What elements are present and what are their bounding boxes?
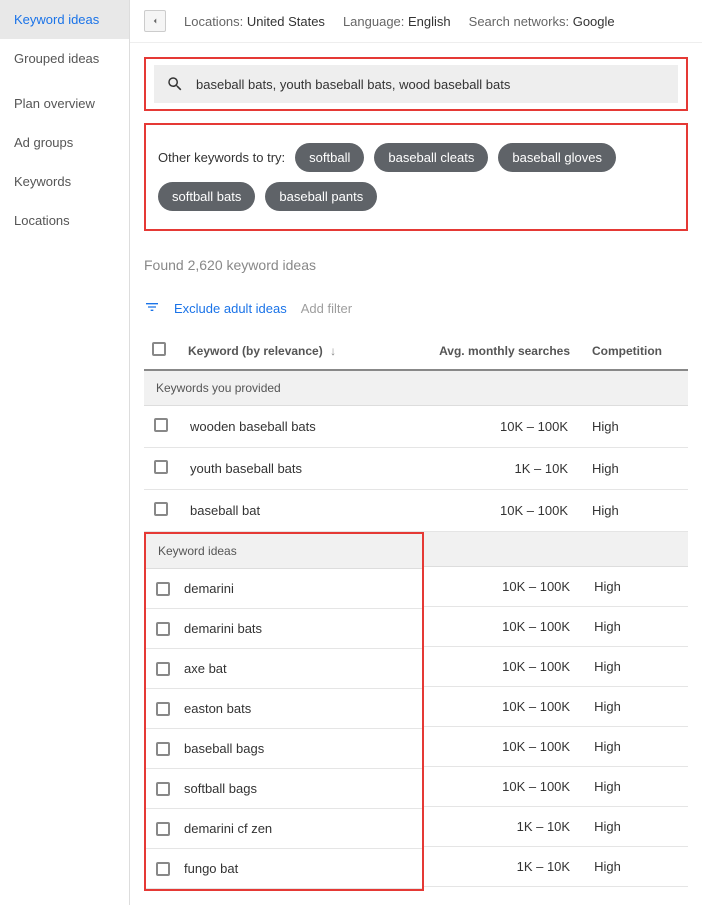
sidebar-item-keywords[interactable]: Keywords <box>0 162 129 201</box>
section-provided: Keywords you provided <box>144 370 688 406</box>
row-checkbox[interactable] <box>154 460 168 474</box>
suggestion-chip[interactable]: baseball pants <box>265 182 377 211</box>
row-checkbox[interactable] <box>156 702 170 716</box>
cell-keyword: easton bats <box>184 701 251 716</box>
table-row[interactable]: baseball bags <box>146 729 422 769</box>
cell-keyword: baseball bat <box>180 490 418 532</box>
row-checkbox[interactable] <box>156 822 170 836</box>
cell-competition: High <box>578 490 688 532</box>
suggestions-label: Other keywords to try: <box>158 150 285 165</box>
cell-competition: High <box>580 807 688 847</box>
cell-searches: 1K – 10K <box>424 807 580 847</box>
row-checkbox[interactable] <box>156 662 170 676</box>
row-checkbox[interactable] <box>156 782 170 796</box>
search-bar[interactable] <box>154 65 678 103</box>
cell-competition: High <box>580 647 688 687</box>
locations-selector[interactable]: Locations: United States <box>184 14 325 29</box>
cell-keyword: demarini <box>184 581 234 596</box>
suggestions-row: Other keywords to try: softball baseball… <box>154 131 678 223</box>
cell-competition: High <box>580 567 688 607</box>
column-searches[interactable]: Avg. monthly searches <box>418 332 578 370</box>
sidebar: Keyword ideas Grouped ideas Plan overvie… <box>0 0 130 905</box>
back-button[interactable] <box>144 10 166 32</box>
column-keyword[interactable]: Keyword (by relevance) ↓ <box>180 332 418 370</box>
suggestion-chip[interactable]: softball bats <box>158 182 255 211</box>
network-selector[interactable]: Search networks: Google <box>469 14 615 29</box>
cell-searches: 1K – 10K <box>418 448 578 490</box>
search-highlight <box>144 57 688 111</box>
cell-keyword: wooden baseball bats <box>180 406 418 448</box>
suggestion-chip[interactable]: softball <box>295 143 364 172</box>
cell-competition: High <box>580 727 688 767</box>
cell-keyword: demarini cf zen <box>184 821 272 836</box>
table-row[interactable]: easton bats <box>146 689 422 729</box>
chevron-left-icon <box>150 16 160 26</box>
cell-searches: 10K – 100K <box>424 727 580 767</box>
cell-searches: 1K – 10K <box>424 847 580 887</box>
row-checkbox[interactable] <box>156 622 170 636</box>
cell-competition: High <box>578 406 688 448</box>
section-ideas: Keyword ideas <box>146 534 422 569</box>
column-competition[interactable]: Competition <box>578 332 688 370</box>
add-filter-link[interactable]: Add filter <box>301 301 352 316</box>
sidebar-item-grouped-ideas[interactable]: Grouped ideas <box>0 39 129 78</box>
cell-competition: High <box>580 847 688 887</box>
row-checkbox[interactable] <box>156 582 170 596</box>
search-input[interactable] <box>196 77 666 92</box>
sidebar-item-keyword-ideas[interactable]: Keyword ideas <box>0 0 129 39</box>
row-checkbox[interactable] <box>154 502 168 516</box>
results-count: Found 2,620 keyword ideas <box>144 243 688 291</box>
cell-competition: High <box>580 607 688 647</box>
sidebar-item-ad-groups[interactable]: Ad groups <box>0 123 129 162</box>
cell-keyword: youth baseball bats <box>180 448 418 490</box>
topbar: Locations: United States Language: Engli… <box>130 0 702 43</box>
cell-searches: 10K – 100K <box>424 567 580 607</box>
suggestion-chip[interactable]: baseball cleats <box>374 143 488 172</box>
main-panel: Locations: United States Language: Engli… <box>130 0 702 905</box>
cell-keyword: softball bags <box>184 781 257 796</box>
table-row[interactable]: demarini <box>146 569 422 610</box>
exclude-adult-link[interactable]: Exclude adult ideas <box>174 301 287 316</box>
table-row[interactable]: baseball bat 10K – 100K High <box>144 490 688 532</box>
sidebar-item-plan-overview[interactable]: Plan overview <box>0 84 129 123</box>
table-row[interactable]: fungo bat <box>146 849 422 889</box>
table-row[interactable]: demarini bats <box>146 609 422 649</box>
ideas-highlight: Keyword ideas demarini demarini bats axe… <box>144 532 424 891</box>
sidebar-item-locations[interactable]: Locations <box>0 201 129 240</box>
cell-searches: 10K – 100K <box>424 687 580 727</box>
keyword-table: Keyword (by relevance) ↓ Avg. monthly se… <box>144 332 688 532</box>
cell-competition: High <box>580 767 688 807</box>
cell-keyword: baseball bags <box>184 741 264 756</box>
row-checkbox[interactable] <box>156 742 170 756</box>
cell-keyword: fungo bat <box>184 861 238 876</box>
cell-keyword: demarini bats <box>184 621 262 636</box>
cell-searches: 10K – 100K <box>418 406 578 448</box>
table-row[interactable]: softball bags <box>146 769 422 809</box>
table-row[interactable]: wooden baseball bats 10K – 100K High <box>144 406 688 448</box>
table-row[interactable]: axe bat <box>146 649 422 689</box>
suggestions-highlight: Other keywords to try: softball baseball… <box>144 123 688 231</box>
table-row[interactable]: youth baseball bats 1K – 10K High <box>144 448 688 490</box>
filter-icon[interactable] <box>144 299 160 318</box>
search-icon <box>166 75 184 93</box>
suggestion-chip[interactable]: baseball gloves <box>498 143 616 172</box>
cell-competition: High <box>578 448 688 490</box>
cell-competition: High <box>580 687 688 727</box>
row-checkbox[interactable] <box>154 418 168 432</box>
cell-keyword: axe bat <box>184 661 227 676</box>
cell-searches: 10K – 100K <box>424 607 580 647</box>
cell-searches: 10K – 100K <box>424 767 580 807</box>
select-all-checkbox[interactable] <box>152 342 166 356</box>
table-row[interactable]: demarini cf zen <box>146 809 422 849</box>
language-selector[interactable]: Language: English <box>343 14 451 29</box>
filter-row: Exclude adult ideas Add filter <box>144 291 688 332</box>
row-checkbox[interactable] <box>156 862 170 876</box>
sort-arrow-icon: ↓ <box>330 344 336 358</box>
cell-searches: 10K – 100K <box>418 490 578 532</box>
cell-searches: 10K – 100K <box>424 647 580 687</box>
